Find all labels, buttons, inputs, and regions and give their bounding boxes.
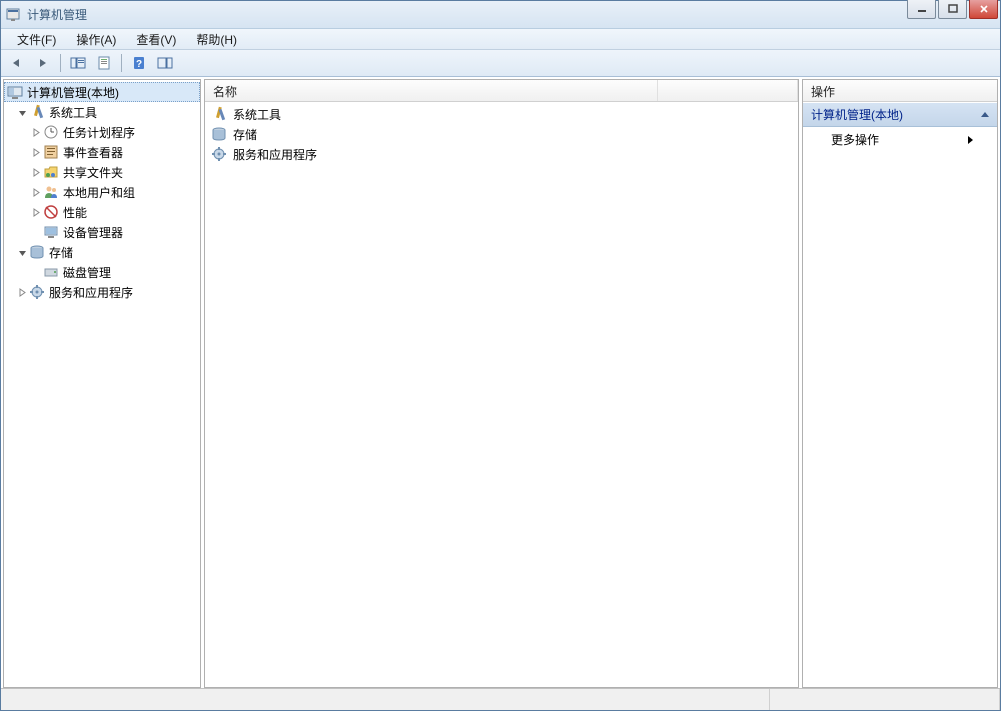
tree-label: 存储 (49, 244, 73, 261)
menu-help[interactable]: 帮助(H) (186, 29, 247, 50)
tree-local-users[interactable]: 本地用户和组 (4, 182, 200, 202)
show-action-pane-button[interactable] (153, 52, 177, 74)
event-log-icon (43, 144, 59, 160)
tree-system-tools[interactable]: 系统工具 (4, 102, 200, 122)
expand-icon[interactable] (30, 186, 42, 198)
menu-action[interactable]: 操作(A) (66, 29, 126, 50)
clock-icon (43, 124, 59, 140)
tree-services-apps[interactable]: 服务和应用程序 (4, 282, 200, 302)
tree-root-label: 计算机管理(本地) (27, 84, 119, 101)
column-name[interactable]: 名称 (205, 80, 658, 101)
window-controls (907, 0, 998, 19)
mmc-icon (5, 7, 21, 23)
tree-event-viewer[interactable]: 事件查看器 (4, 142, 200, 162)
expand-icon[interactable] (30, 166, 42, 178)
expand-icon[interactable] (16, 286, 28, 298)
system-tools-icon (211, 106, 227, 122)
expand-icon[interactable] (30, 126, 42, 138)
users-icon (43, 184, 59, 200)
toolbar-separator (121, 54, 122, 72)
collapse-icon[interactable] (16, 106, 28, 118)
list-item-services-apps[interactable]: 服务和应用程序 (205, 144, 798, 164)
close-button[interactable] (969, 0, 998, 19)
actions-group[interactable]: 计算机管理(本地) (803, 102, 997, 127)
tree-label: 服务和应用程序 (49, 284, 133, 301)
actions-body: 计算机管理(本地) 更多操作 (803, 102, 997, 687)
action-more-label: 更多操作 (831, 131, 879, 148)
toolbar: ? (1, 50, 1000, 77)
toolbar-separator (60, 54, 61, 72)
submenu-arrow-icon (968, 136, 973, 144)
main-area: 计算机管理(本地) 系统工具 任务计划程序 (1, 77, 1000, 688)
menu-view[interactable]: 查看(V) (126, 29, 186, 50)
actions-header: 操作 (803, 80, 997, 102)
minimize-button[interactable] (907, 0, 936, 19)
tree-device-manager[interactable]: 设备管理器 (4, 222, 200, 242)
tree-label: 事件查看器 (63, 144, 123, 161)
forward-button[interactable] (31, 52, 55, 74)
tree-label: 磁盘管理 (63, 264, 111, 281)
list-item-storage[interactable]: 存储 (205, 124, 798, 144)
device-manager-icon (43, 224, 59, 240)
tree-disk-mgmt[interactable]: 磁盘管理 (4, 262, 200, 282)
list-item-label: 系统工具 (233, 106, 281, 123)
performance-icon (43, 204, 59, 220)
back-button[interactable] (5, 52, 29, 74)
help-button[interactable]: ? (127, 52, 151, 74)
actions-pane: 操作 计算机管理(本地) 更多操作 (802, 79, 998, 688)
tree-pane: 计算机管理(本地) 系统工具 任务计划程序 (3, 79, 201, 688)
column-spacer[interactable] (658, 80, 798, 101)
titlebar[interactable]: 计算机管理 (1, 1, 1000, 29)
console-tree[interactable]: 计算机管理(本地) 系统工具 任务计划程序 (4, 80, 200, 687)
properties-button[interactable] (92, 52, 116, 74)
collapse-arrow-icon (981, 112, 989, 117)
window-title: 计算机管理 (27, 6, 996, 23)
list-item-system-tools[interactable]: 系统工具 (205, 104, 798, 124)
shared-folder-icon (43, 164, 59, 180)
app-window: 计算机管理 文件(F) 操作(A) 查看(V) 帮助(H) ? (0, 0, 1001, 711)
statusbar (1, 688, 1000, 710)
tree-label: 共享文件夹 (63, 164, 123, 181)
list-body[interactable]: 系统工具 存储 服务和应用程序 (205, 102, 798, 687)
column-header[interactable]: 名称 (205, 80, 798, 102)
tree-root[interactable]: 计算机管理(本地) (4, 82, 200, 102)
show-hide-tree-button[interactable] (66, 52, 90, 74)
list-item-label: 服务和应用程序 (233, 146, 317, 163)
services-icon (211, 146, 227, 162)
status-cell (770, 689, 1000, 710)
tree-label: 设备管理器 (63, 224, 123, 241)
expand-icon[interactable] (30, 206, 42, 218)
system-tools-icon (29, 104, 45, 120)
svg-text:?: ? (136, 59, 142, 70)
list-item-label: 存储 (233, 126, 257, 143)
actions-group-label: 计算机管理(本地) (811, 106, 903, 123)
maximize-button[interactable] (938, 0, 967, 19)
result-pane: 名称 系统工具 存储 服务和应用程序 (204, 79, 799, 688)
disk-icon (43, 264, 59, 280)
storage-icon (211, 126, 227, 142)
collapse-icon[interactable] (16, 246, 28, 258)
status-cell (1, 689, 770, 710)
menu-file[interactable]: 文件(F) (7, 29, 66, 50)
tree-performance[interactable]: 性能 (4, 202, 200, 222)
tree-label: 任务计划程序 (63, 124, 135, 141)
tree-task-scheduler[interactable]: 任务计划程序 (4, 122, 200, 142)
tree-storage[interactable]: 存储 (4, 242, 200, 262)
tree-label: 本地用户和组 (63, 184, 135, 201)
tree-label: 系统工具 (49, 104, 97, 121)
action-more[interactable]: 更多操作 (803, 127, 997, 152)
tree-label: 性能 (63, 204, 87, 221)
menubar: 文件(F) 操作(A) 查看(V) 帮助(H) (1, 29, 1000, 50)
tree-shared-folders[interactable]: 共享文件夹 (4, 162, 200, 182)
expand-icon[interactable] (30, 146, 42, 158)
computer-mgmt-icon (7, 84, 23, 100)
services-icon (29, 284, 45, 300)
storage-icon (29, 244, 45, 260)
